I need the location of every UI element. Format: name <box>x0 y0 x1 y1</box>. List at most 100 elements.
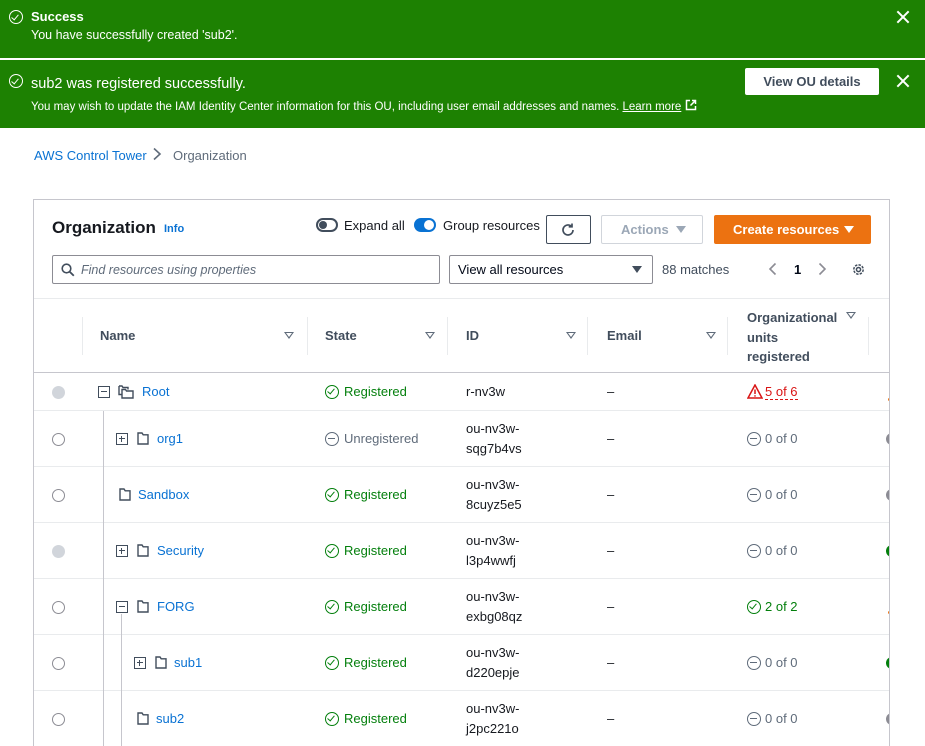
status-text: Registered <box>344 543 407 558</box>
row-id: ou-nv3w-l3p4wwfj <box>466 533 520 568</box>
actions-dropdown[interactable]: Actions <box>601 215 703 244</box>
table-row[interactable]: sub1 Registered ou-nv3w-d220epje – 0 of … <box>34 635 889 691</box>
sort-icon[interactable] <box>706 332 716 339</box>
external-link-icon <box>685 99 696 111</box>
table-row[interactable]: Security Registered ou-nv3w-l3p4wwfj – 0… <box>34 523 889 579</box>
search-input[interactable]: Find resources using properties <box>52 255 440 284</box>
create-resources-button[interactable]: Create resources <box>714 215 871 244</box>
flash-message: You have successfully created 'sub2'. <box>31 28 238 42</box>
row-id: ou-nv3w-d220epje <box>466 645 520 680</box>
success-icon <box>9 74 23 88</box>
row-radio[interactable] <box>52 489 65 502</box>
row-radio[interactable] <box>52 657 65 670</box>
flash-title: Success <box>31 9 84 24</box>
row-name[interactable]: sub2 <box>156 711 184 726</box>
ou-registered: 0 of 0 <box>765 655 798 670</box>
row-radio[interactable] <box>52 713 65 726</box>
row-email: – <box>607 655 615 670</box>
success-flash: Success You have successfully created 's… <box>0 0 925 58</box>
caret-down-icon <box>844 226 854 233</box>
folder-icon <box>119 488 131 501</box>
refresh-icon <box>562 223 574 236</box>
ou-registered: 0 of 0 <box>765 543 798 558</box>
sort-icon[interactable] <box>425 332 435 339</box>
ou-registered: 0 of 0 <box>765 711 798 726</box>
row-name[interactable]: Sandbox <box>138 487 189 502</box>
flash-title: sub2 was registered successfully. <box>31 76 246 92</box>
expand-all-toggle[interactable] <box>316 218 338 232</box>
status-registered-icon <box>325 385 339 399</box>
status-registered-icon <box>325 544 339 558</box>
column-state[interactable]: State <box>325 328 357 343</box>
table-row[interactable]: Sandbox Registered ou-nv3w- 8cuyz5e5 – 0 … <box>34 467 889 523</box>
learn-more-link[interactable]: Learn more <box>623 101 682 113</box>
chevron-left-icon[interactable] <box>768 262 777 276</box>
row-name[interactable]: Root <box>142 384 169 399</box>
refresh-button[interactable] <box>546 215 591 244</box>
resource-view-select[interactable]: View all resources <box>449 255 653 284</box>
folder-icon <box>137 432 149 445</box>
column-email[interactable]: Email <box>607 328 642 343</box>
view-ou-details-button[interactable]: View OU details <box>745 68 879 95</box>
status-registered-icon <box>325 656 339 670</box>
row-radio[interactable] <box>52 433 65 446</box>
status-none-icon <box>747 656 761 670</box>
table-row[interactable]: FORG Registered ou-nv3w-exbg08qz – 2 of … <box>34 579 889 635</box>
page-number[interactable]: 1 <box>794 262 801 277</box>
ou-registered[interactable]: 5 of 6 <box>765 384 798 400</box>
close-icon[interactable] <box>896 74 910 88</box>
sort-icon[interactable] <box>566 332 576 339</box>
folders-icon <box>118 385 134 399</box>
search-placeholder: Find resources using properties <box>81 263 257 277</box>
chevron-right-icon[interactable] <box>818 262 827 276</box>
matches-count: 88 matches <box>662 262 730 277</box>
breadcrumb-control-tower[interactable]: AWS Control Tower <box>34 148 147 163</box>
folder-icon <box>155 656 167 669</box>
expand-icon[interactable] <box>134 657 146 669</box>
status-registered-icon <box>325 712 339 726</box>
status-none-icon <box>747 544 761 558</box>
column-id[interactable]: ID <box>466 328 479 343</box>
table-row[interactable]: Root Registered r-nv3w – 5 of 6 <box>34 373 889 411</box>
row-name[interactable]: sub1 <box>174 655 202 670</box>
gear-icon[interactable] <box>851 262 866 277</box>
collapse-icon[interactable] <box>98 386 110 398</box>
row-name[interactable]: org1 <box>157 431 183 446</box>
status-registered-icon <box>325 488 339 502</box>
table-row[interactable]: org1 Unregistered ou-nv3w-sqg7b4vs – 0 o… <box>34 411 889 467</box>
status-text: Unregistered <box>344 431 419 446</box>
row-email: – <box>607 431 615 446</box>
row-email: – <box>607 711 615 726</box>
expand-icon[interactable] <box>116 433 128 445</box>
status-none-icon <box>747 432 761 446</box>
ou-registered: 0 of 0 <box>765 431 798 446</box>
collapse-icon[interactable] <box>116 601 128 613</box>
sort-icon[interactable] <box>846 312 856 319</box>
row-email: – <box>607 384 615 399</box>
expand-all-label: Expand all <box>344 218 405 233</box>
search-icon <box>61 263 75 277</box>
flash-message: You may wish to update the IAM Identity … <box>31 99 697 113</box>
row-email: – <box>607 599 615 614</box>
ou-registered: 2 of 2 <box>765 599 798 614</box>
row-id: ou-nv3w-exbg08qz <box>466 589 523 624</box>
row-radio[interactable] <box>52 601 65 614</box>
info-link[interactable]: Info <box>164 223 184 235</box>
table-header: Name State ID Email Organizational units… <box>34 298 889 373</box>
row-name[interactable]: FORG <box>157 599 195 614</box>
folder-icon <box>137 600 149 613</box>
expand-icon[interactable] <box>116 545 128 557</box>
column-ou-registered[interactable]: Organizational units registered <box>747 308 837 367</box>
sort-icon[interactable] <box>284 332 294 339</box>
status-none-icon <box>747 712 761 726</box>
close-icon[interactable] <box>896 10 910 24</box>
row-email: – <box>607 543 615 558</box>
table-row[interactable]: sub2 Registered ou-nv3w-j2pc221o – 0 of … <box>34 691 889 746</box>
page-title: Organization <box>52 218 156 237</box>
group-resources-toggle[interactable] <box>414 218 436 232</box>
row-radio <box>52 545 65 558</box>
row-name[interactable]: Security <box>157 543 204 558</box>
warning-icon <box>747 384 763 399</box>
folder-icon <box>137 712 149 725</box>
column-name[interactable]: Name <box>100 328 135 343</box>
